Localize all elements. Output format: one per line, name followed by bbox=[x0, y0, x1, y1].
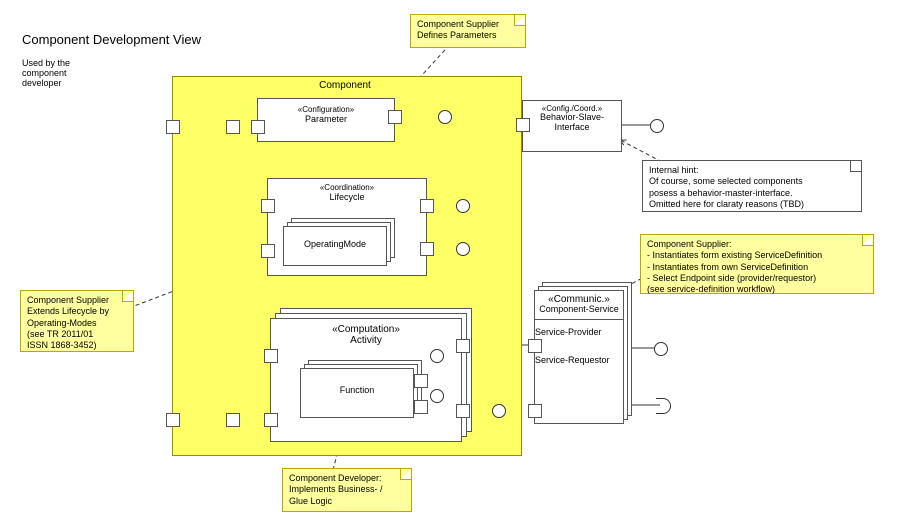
activity-port-left-a bbox=[264, 349, 278, 363]
diagram-canvas: { "title": "Component Development View",… bbox=[0, 0, 900, 522]
behavior-port-left bbox=[516, 118, 530, 132]
page-title: Component Development View bbox=[22, 32, 201, 47]
function-name: Function bbox=[301, 385, 413, 395]
service-ball-right bbox=[654, 342, 668, 356]
activity-name: Activity bbox=[271, 335, 461, 346]
lifecycle-name: Lifecycle bbox=[268, 192, 426, 202]
note-defines-parameters: Component Supplier Defines Parameters bbox=[410, 14, 526, 48]
activity-inner-ball-a bbox=[430, 349, 444, 363]
parameter-stereotype: «Configuration» bbox=[258, 105, 394, 114]
port-left-bottom bbox=[166, 413, 180, 427]
parameter-ball bbox=[438, 110, 452, 124]
component-label: Component bbox=[300, 80, 390, 91]
page-subtitle: Used by the component developer bbox=[22, 58, 92, 88]
lifecycle-port-right-b bbox=[420, 242, 434, 256]
service-provider-label: Service-Provider bbox=[535, 328, 623, 338]
service-port-left-a bbox=[528, 339, 542, 353]
lifecycle-port-left-b bbox=[261, 244, 275, 258]
parameter-port-right bbox=[388, 110, 402, 124]
parameter-name: Parameter bbox=[258, 114, 394, 124]
lifecycle-port-right-a bbox=[420, 199, 434, 213]
component-service-name: Component-Service bbox=[535, 305, 623, 315]
lifecycle-stereotype: «Coordination» bbox=[268, 183, 426, 192]
lifecycle-port-left-a bbox=[261, 199, 275, 213]
lifecycle-ball-a bbox=[456, 199, 470, 213]
port-left-top bbox=[166, 120, 180, 134]
service-requestor-label: Service-Requestor bbox=[535, 356, 623, 366]
activity-port-right-a bbox=[456, 339, 470, 353]
note-internal-hint: Internal hint: Of course, some selected … bbox=[642, 160, 862, 212]
note-supplier-service: Component Supplier: - Instantiates form … bbox=[640, 234, 874, 294]
activity-port-left-b bbox=[264, 413, 278, 427]
function-port-b bbox=[414, 400, 428, 414]
service-socket-right bbox=[656, 398, 671, 414]
parameter-port-left bbox=[251, 120, 265, 134]
function-port-a bbox=[414, 374, 428, 388]
parameter-element: «Configuration» Parameter bbox=[257, 98, 395, 142]
operating-mode-name: OperatingMode bbox=[284, 239, 386, 249]
activity-inner-ball-b bbox=[430, 389, 444, 403]
component-service-stack: «Communic.» Component-Service Service-Pr… bbox=[534, 282, 632, 424]
activity-stereotype: «Computation» bbox=[271, 324, 461, 335]
operating-mode-stack: OperatingMode bbox=[283, 218, 393, 266]
port-left-inner-bottom bbox=[226, 413, 240, 427]
service-port-left-b bbox=[528, 404, 542, 418]
activity-port-right-b bbox=[456, 404, 470, 418]
behavior-interface-element: «Config./Coord.» Behavior-Slave-Interfac… bbox=[522, 100, 622, 152]
service-dash: - bbox=[535, 342, 623, 352]
behavior-interface-name: Behavior-Slave-Interface bbox=[523, 113, 621, 133]
function-stack: Function bbox=[300, 360, 420, 420]
note-extends-lifecycle: Component Supplier Extends Lifecycle by … bbox=[20, 290, 134, 352]
note-developer: Component Developer: Implements Business… bbox=[282, 468, 412, 512]
lifecycle-ball-b bbox=[456, 242, 470, 256]
activity-ball bbox=[492, 404, 506, 418]
behavior-ball-right bbox=[650, 119, 664, 133]
port-left-inner-top bbox=[226, 120, 240, 134]
